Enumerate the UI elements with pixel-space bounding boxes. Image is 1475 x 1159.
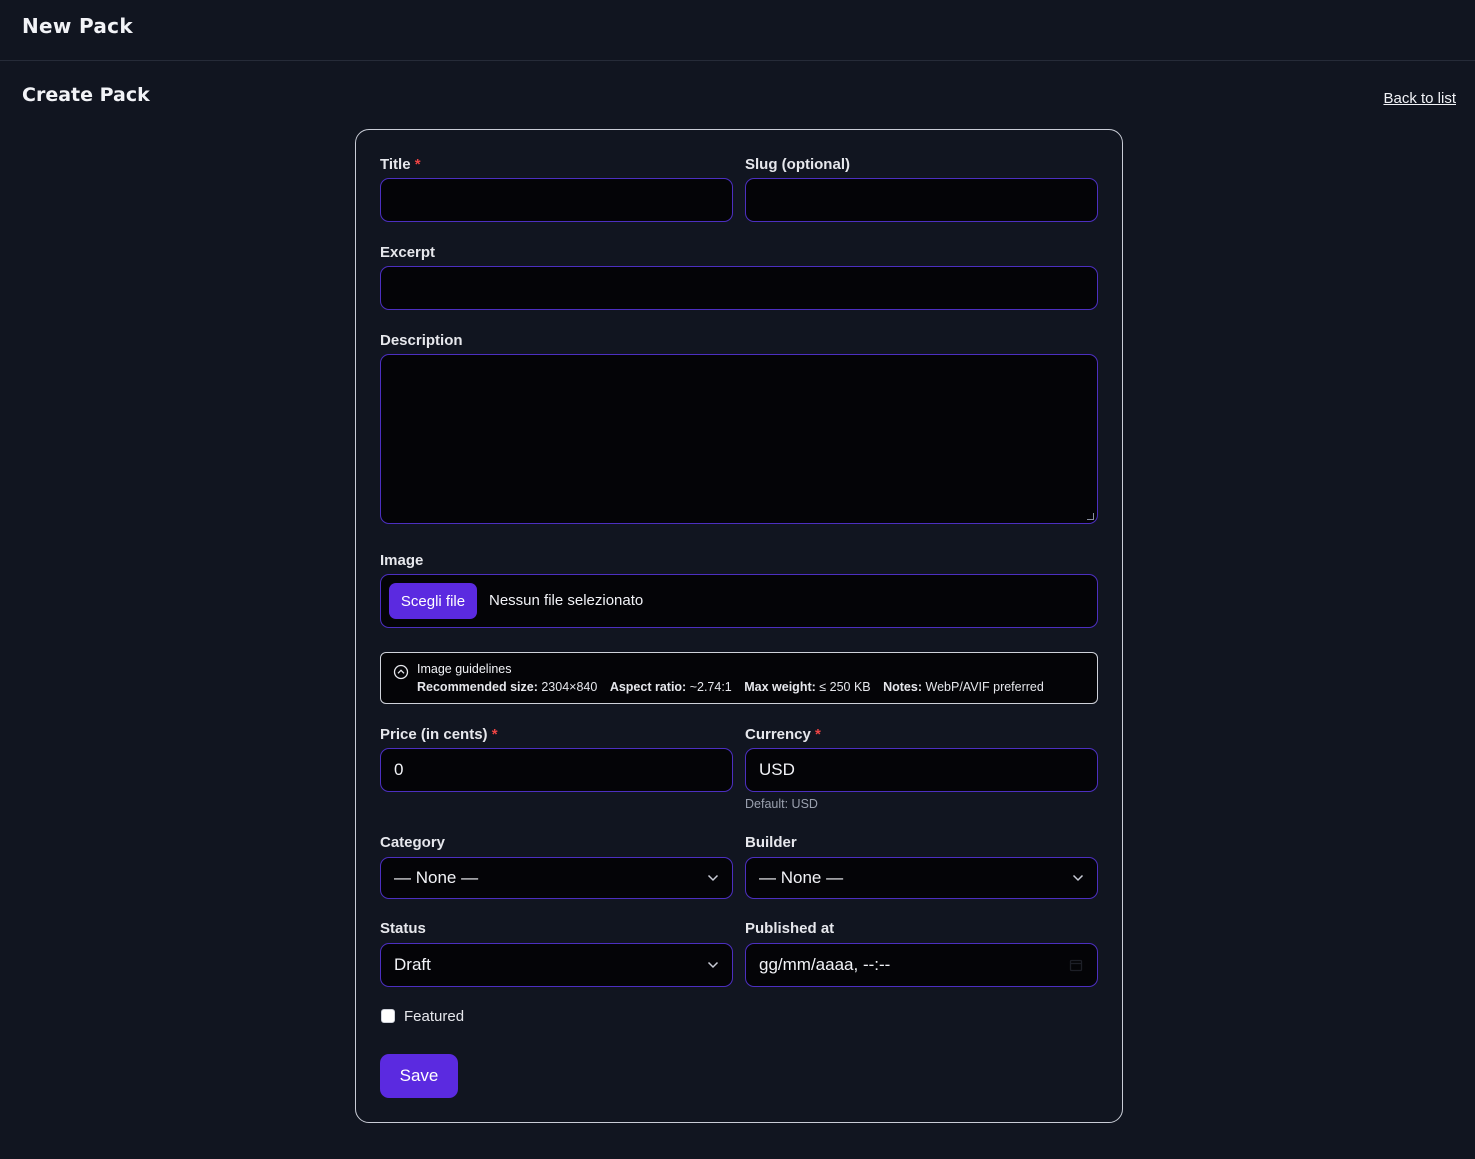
featured-label: Featured bbox=[404, 1008, 465, 1025]
recommended-size-label: Recommended size: bbox=[417, 680, 538, 694]
status-select[interactable]: Draft bbox=[380, 943, 733, 987]
price-label: Price (in cents) * bbox=[380, 726, 498, 743]
chevron-down-icon bbox=[707, 961, 719, 969]
required-marker: * bbox=[815, 726, 821, 743]
featured-checkbox[interactable] bbox=[381, 1009, 395, 1023]
status-label: Status bbox=[380, 920, 426, 937]
excerpt-input[interactable] bbox=[380, 266, 1098, 310]
currency-label: Currency * bbox=[745, 726, 821, 743]
aspect-ratio-value: ~2.74:1 bbox=[689, 680, 732, 694]
app-title: New Pack bbox=[22, 14, 133, 38]
choose-file-button[interactable]: Scegli file bbox=[389, 583, 477, 619]
excerpt-input-control[interactable] bbox=[394, 278, 1097, 298]
chevron-up-circle-icon[interactable] bbox=[393, 664, 409, 680]
title-input[interactable] bbox=[380, 178, 733, 222]
chevron-down-icon bbox=[1072, 874, 1084, 882]
file-status-text: Nessun file selezionato bbox=[489, 592, 644, 609]
notes-value: WebP/AVIF preferred bbox=[925, 680, 1044, 694]
published-at-placeholder: gg/mm/aaaa, --:-- bbox=[759, 955, 891, 974]
max-weight-label: Max weight: bbox=[744, 680, 816, 694]
aspect-ratio-label: Aspect ratio: bbox=[609, 680, 687, 694]
save-button[interactable]: Save bbox=[380, 1054, 458, 1098]
slug-input-control[interactable] bbox=[759, 190, 1097, 210]
resize-handle-icon[interactable] bbox=[1087, 513, 1094, 520]
title-input-control[interactable] bbox=[394, 190, 732, 210]
published-at-label: Published at bbox=[745, 920, 835, 937]
status-selected-value: Draft bbox=[394, 955, 431, 974]
category-select[interactable]: — None — bbox=[380, 857, 733, 899]
title-label-text: Title bbox=[380, 156, 411, 173]
max-weight-value: ≤ 250 KB bbox=[819, 680, 871, 694]
slug-label: Slug (optional) bbox=[745, 156, 850, 173]
recommended-size-value: 2304×840 bbox=[541, 680, 598, 694]
description-label: Description bbox=[380, 332, 463, 349]
currency-input[interactable] bbox=[745, 748, 1098, 792]
title-label: Title * bbox=[380, 156, 421, 173]
required-marker: * bbox=[491, 726, 498, 743]
builder-select[interactable]: — None — bbox=[745, 857, 1098, 899]
price-input[interactable] bbox=[380, 748, 733, 792]
price-input-control[interactable] bbox=[394, 760, 732, 780]
guidelines-details: Recommended size: 2304×840 Aspect ratio:… bbox=[417, 680, 1044, 694]
notes-label: Notes: bbox=[883, 680, 923, 694]
category-label: Category bbox=[380, 834, 446, 851]
page-title: Create Pack bbox=[22, 84, 150, 106]
excerpt-label: Excerpt bbox=[380, 244, 436, 261]
image-file-input[interactable]: Scegli file Nessun file selezionato bbox=[380, 574, 1098, 628]
builder-selected-value: — None — bbox=[759, 868, 844, 887]
top-bar: New Pack bbox=[0, 0, 1475, 61]
published-at-input[interactable]: gg/mm/aaaa, --:-- bbox=[745, 943, 1098, 987]
chevron-down-icon bbox=[707, 874, 719, 882]
image-label: Image bbox=[380, 552, 424, 569]
slug-input[interactable] bbox=[745, 178, 1098, 222]
description-textarea[interactable] bbox=[380, 354, 1098, 524]
price-label-text: Price (in cents) bbox=[380, 726, 488, 743]
back-to-list-link[interactable]: Back to list bbox=[1383, 90, 1456, 107]
guidelines-title: Image guidelines bbox=[417, 662, 512, 676]
create-pack-form: Title * Slug (optional) Excerpt Descript… bbox=[355, 129, 1123, 1123]
currency-hint: Default: USD bbox=[745, 797, 818, 811]
currency-label-text: Currency bbox=[745, 726, 811, 743]
calendar-icon[interactable] bbox=[1069, 958, 1083, 972]
builder-label: Builder bbox=[745, 834, 797, 851]
required-marker: * bbox=[414, 156, 421, 173]
currency-input-control[interactable] bbox=[759, 760, 1097, 780]
image-guidelines-panel[interactable]: Image guidelines Recommended size: 2304×… bbox=[380, 652, 1098, 704]
category-selected-value: — None — bbox=[394, 868, 479, 887]
